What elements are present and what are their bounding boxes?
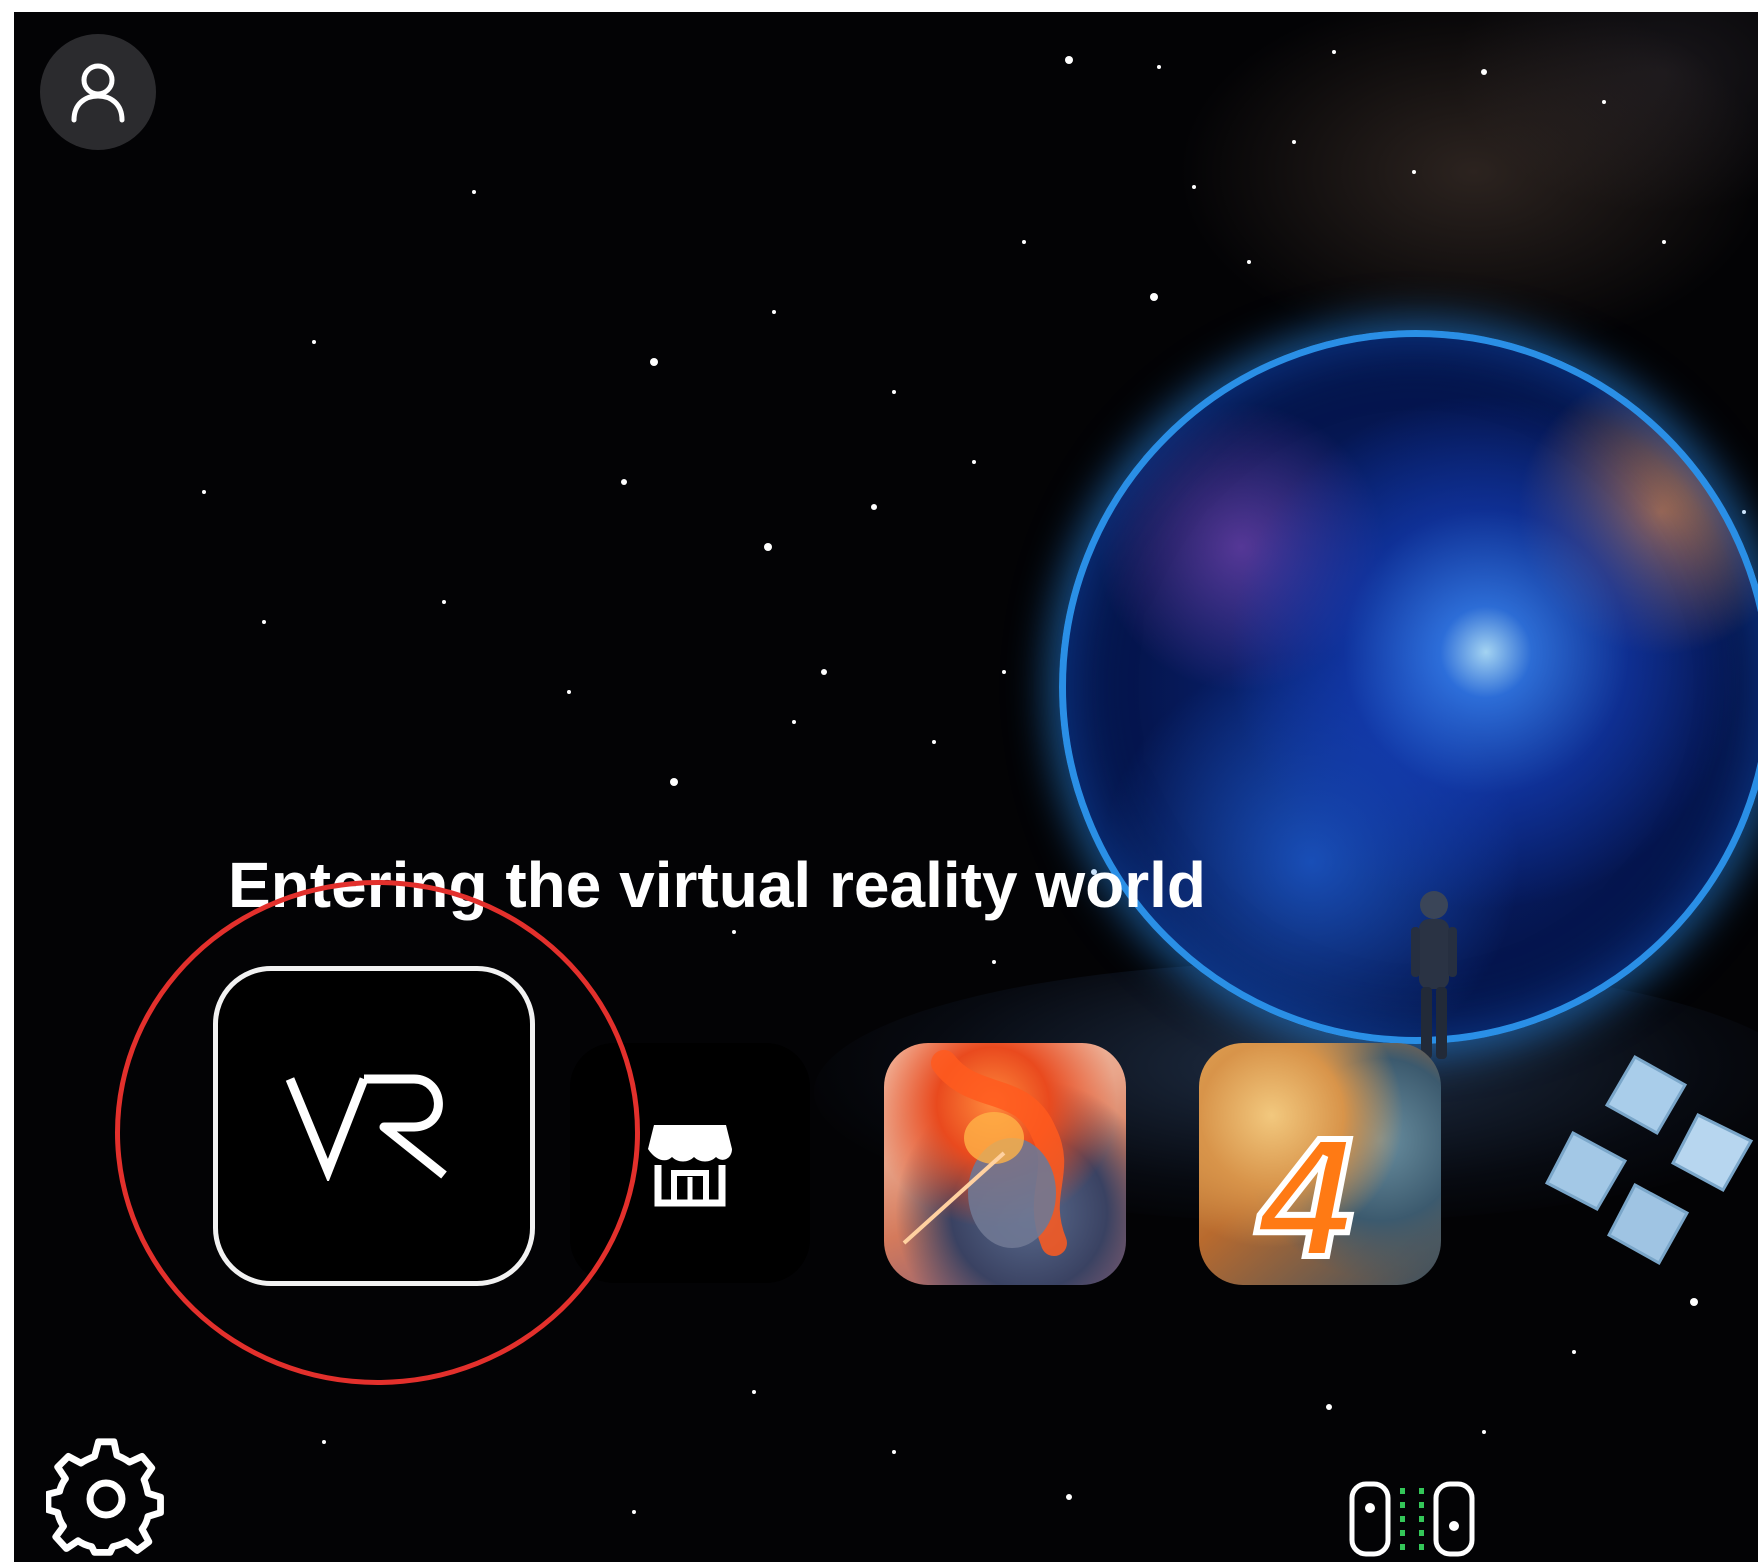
app-ppsspp[interactable]: [1515, 1045, 1758, 1285]
ppsspp-emulator-icon: [1544, 1054, 1754, 1266]
controllers-button[interactable]: [1348, 1480, 1476, 1558]
app-game-fire-warrior[interactable]: [884, 1043, 1126, 1285]
astronaut-silhouette: [1411, 891, 1457, 1059]
settings-button[interactable]: [44, 1438, 166, 1558]
profile-button[interactable]: [40, 34, 156, 150]
app-store[interactable]: [570, 1043, 810, 1283]
gear-icon: [44, 1438, 164, 1556]
vr-home-screen: Entering the virtual reality world 4: [0, 0, 1758, 1562]
page-title: Entering the virtual reality world: [228, 849, 1206, 921]
top-edge: [0, 0, 1758, 12]
left-edge: [0, 0, 14, 1562]
joy-con-controllers-icon: [1349, 1481, 1475, 1557]
app-game-anime-4[interactable]: 4: [1199, 1043, 1441, 1285]
vr-logo-icon: [285, 1074, 447, 1181]
game-cover-number: 4: [1256, 1103, 1357, 1285]
user-profile-icon: [71, 63, 125, 123]
app-vr[interactable]: [213, 966, 535, 1286]
space-background: [14, 12, 1758, 1562]
store-icon: [648, 1125, 732, 1207]
game-cover-fire-warrior: [902, 1050, 1067, 1256]
